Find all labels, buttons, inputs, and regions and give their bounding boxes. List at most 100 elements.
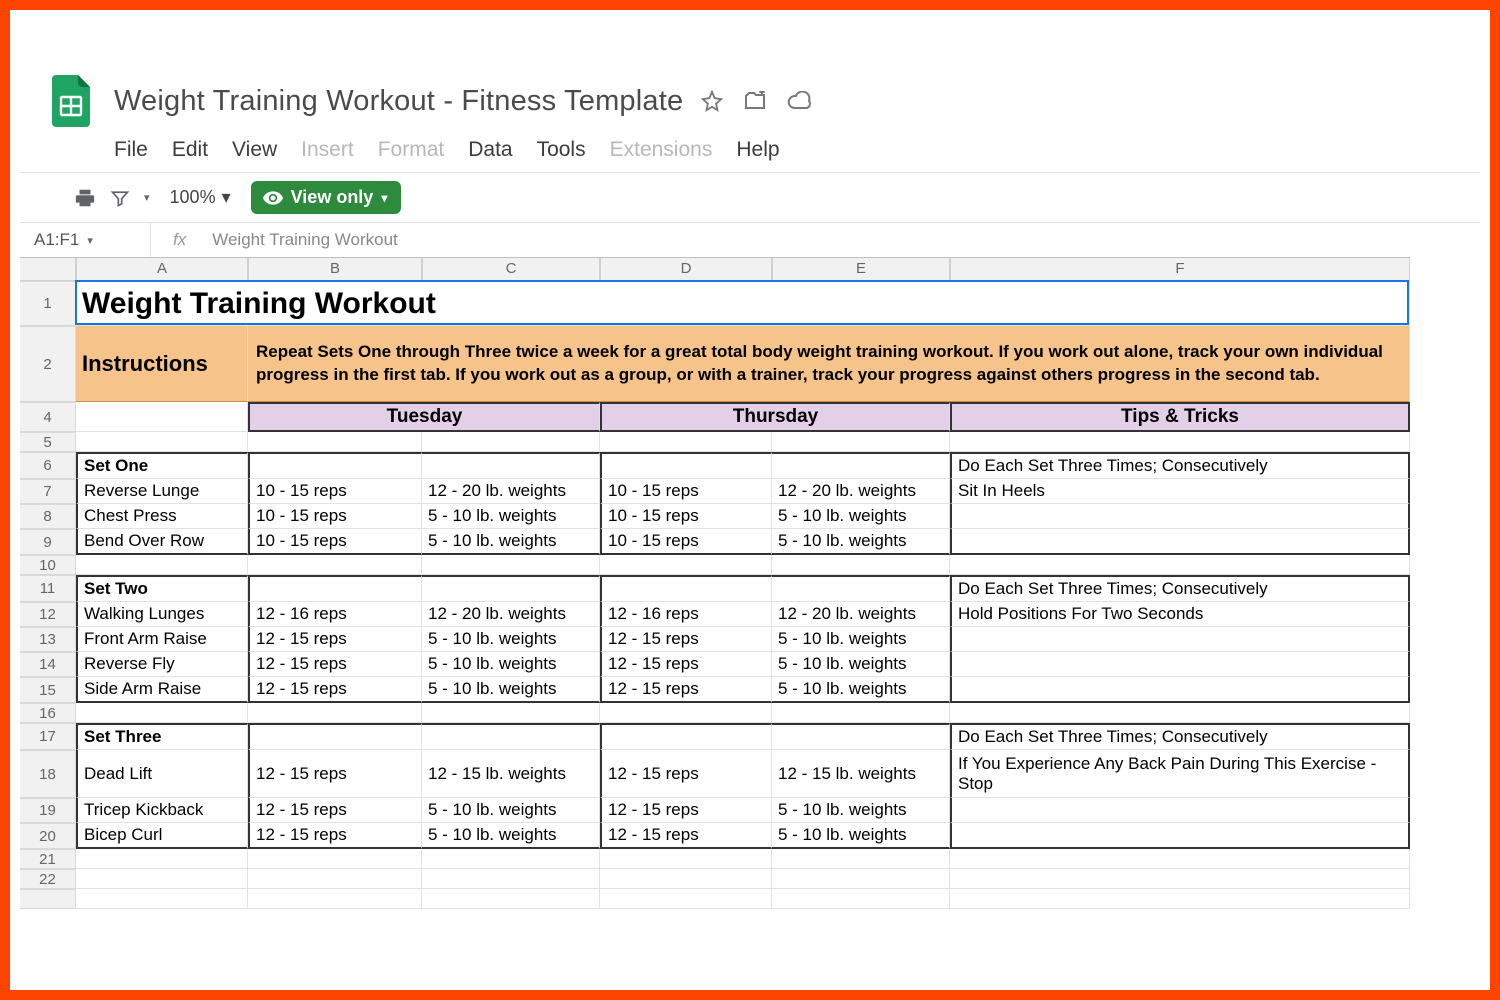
row-header[interactable]: 4 <box>20 402 76 432</box>
formula-input[interactable]: Weight Training Workout <box>200 230 398 250</box>
grid-cell[interactable] <box>76 869 248 889</box>
reps-cell[interactable]: 12 - 15 reps <box>248 677 422 703</box>
grid-cell[interactable] <box>772 869 950 889</box>
column-header[interactable]: C <box>422 257 600 281</box>
grid-cell[interactable] <box>422 703 600 723</box>
column-header[interactable]: B <box>248 257 422 281</box>
weight-cell[interactable]: 12 - 20 lb. weights <box>772 479 950 504</box>
filter-icon[interactable] <box>110 188 130 208</box>
grid-cell[interactable] <box>600 849 772 869</box>
reps-cell[interactable]: 12 - 15 reps <box>600 652 772 677</box>
tips-cell[interactable] <box>950 652 1410 677</box>
reps-cell[interactable] <box>248 723 422 750</box>
column-header[interactable]: F <box>950 257 1410 281</box>
grid-cell[interactable] <box>950 869 1410 889</box>
reps-cell[interactable] <box>600 575 772 602</box>
exercise-name-cell[interactable]: Reverse Lunge <box>76 479 248 504</box>
grid-cell[interactable] <box>248 555 422 575</box>
instructions-label-cell[interactable]: Instructions <box>76 326 248 402</box>
exercise-name-cell[interactable]: Front Arm Raise <box>76 627 248 652</box>
tips-cell[interactable] <box>950 823 1410 849</box>
row-header[interactable]: 21 <box>20 849 76 869</box>
row-header[interactable]: 19 <box>20 798 76 823</box>
reps-cell[interactable] <box>600 723 772 750</box>
column-header[interactable]: A <box>76 257 248 281</box>
grid-cell[interactable] <box>600 555 772 575</box>
menu-file[interactable]: File <box>114 138 148 162</box>
reps-cell[interactable]: 12 - 15 reps <box>600 798 772 823</box>
row-header[interactable]: 13 <box>20 627 76 652</box>
row-header[interactable]: 2 <box>20 326 76 402</box>
weight-cell[interactable]: 5 - 10 lb. weights <box>772 677 950 703</box>
weight-cell[interactable]: 5 - 10 lb. weights <box>422 529 600 555</box>
menu-edit[interactable]: Edit <box>172 138 208 162</box>
grid-cell[interactable] <box>950 555 1410 575</box>
select-all-cell[interactable] <box>20 257 76 281</box>
reps-cell[interactable]: 10 - 15 reps <box>248 529 422 555</box>
grid-cell[interactable] <box>422 555 600 575</box>
weight-cell[interactable]: 5 - 10 lb. weights <box>772 798 950 823</box>
weight-cell[interactable]: 5 - 10 lb. weights <box>422 504 600 529</box>
reps-cell[interactable] <box>248 575 422 602</box>
day-header-tuesday[interactable]: Tuesday <box>248 402 600 432</box>
tips-cell[interactable]: Do Each Set Three Times; Consecutively <box>950 575 1410 602</box>
row-header[interactable]: 17 <box>20 723 76 750</box>
print-icon[interactable] <box>74 187 96 209</box>
tips-cell[interactable] <box>950 529 1410 555</box>
reps-cell[interactable]: 12 - 15 reps <box>248 652 422 677</box>
filter-menu-caret-icon[interactable]: ▾ <box>144 191 150 204</box>
grid-cell[interactable] <box>248 703 422 723</box>
grid-cell[interactable] <box>76 703 248 723</box>
reps-cell[interactable]: 12 - 15 reps <box>600 750 772 798</box>
set-name-cell[interactable]: Set One <box>76 452 248 479</box>
reps-cell[interactable]: 10 - 15 reps <box>600 504 772 529</box>
star-icon[interactable] <box>701 90 723 112</box>
reps-cell[interactable]: 12 - 15 reps <box>600 627 772 652</box>
grid-cell[interactable] <box>600 703 772 723</box>
tips-cell[interactable] <box>950 677 1410 703</box>
column-header[interactable]: E <box>772 257 950 281</box>
weight-cell[interactable] <box>422 452 600 479</box>
sheet-title-cell[interactable]: Weight Training Workout <box>76 281 1410 326</box>
day-header-tips[interactable]: Tips & Tricks <box>950 402 1410 432</box>
row-header[interactable]: 10 <box>20 555 76 575</box>
grid-cell[interactable] <box>422 849 600 869</box>
grid-cell[interactable] <box>248 432 422 452</box>
cloud-saved-icon[interactable] <box>787 91 813 111</box>
weight-cell[interactable] <box>772 723 950 750</box>
grid-cell[interactable] <box>248 869 422 889</box>
grid-cell[interactable] <box>600 889 772 909</box>
name-box[interactable]: A1:F1 ▾ <box>20 230 150 250</box>
weight-cell[interactable]: 5 - 10 lb. weights <box>422 677 600 703</box>
reps-cell[interactable]: 10 - 15 reps <box>248 479 422 504</box>
weight-cell[interactable]: 5 - 10 lb. weights <box>772 504 950 529</box>
row-header[interactable]: 11 <box>20 575 76 602</box>
set-name-cell[interactable]: Set Two <box>76 575 248 602</box>
row-header[interactable]: 7 <box>20 479 76 504</box>
weight-cell[interactable]: 5 - 10 lb. weights <box>422 798 600 823</box>
set-name-cell[interactable]: Set Three <box>76 723 248 750</box>
grid-cell[interactable] <box>76 432 248 452</box>
row-header[interactable]: 14 <box>20 652 76 677</box>
grid-cell[interactable] <box>422 432 600 452</box>
weight-cell[interactable] <box>422 575 600 602</box>
grid-cell[interactable] <box>76 889 248 909</box>
spreadsheet-grid[interactable]: ABCDEF1Weight Training Workout2Instructi… <box>20 257 1480 909</box>
tips-cell[interactable] <box>950 798 1410 823</box>
exercise-name-cell[interactable]: Side Arm Raise <box>76 677 248 703</box>
reps-cell[interactable]: 12 - 16 reps <box>600 602 772 627</box>
tips-cell[interactable]: If You Experience Any Back Pain During T… <box>950 750 1410 798</box>
exercise-name-cell[interactable]: Chest Press <box>76 504 248 529</box>
row-header[interactable]: 20 <box>20 823 76 849</box>
grid-cell[interactable] <box>772 432 950 452</box>
reps-cell[interactable]: 12 - 15 reps <box>248 750 422 798</box>
instructions-body-cell[interactable]: Repeat Sets One through Three twice a we… <box>248 326 1410 402</box>
row-header[interactable]: 22 <box>20 869 76 889</box>
row-header[interactable]: 15 <box>20 677 76 703</box>
tips-cell[interactable]: Do Each Set Three Times; Consecutively <box>950 723 1410 750</box>
weight-cell[interactable]: 5 - 10 lb. weights <box>772 627 950 652</box>
column-header[interactable]: D <box>600 257 772 281</box>
grid-cell[interactable] <box>248 889 422 909</box>
view-only-button[interactable]: View only ▾ <box>251 181 402 214</box>
grid-cell[interactable] <box>772 849 950 869</box>
